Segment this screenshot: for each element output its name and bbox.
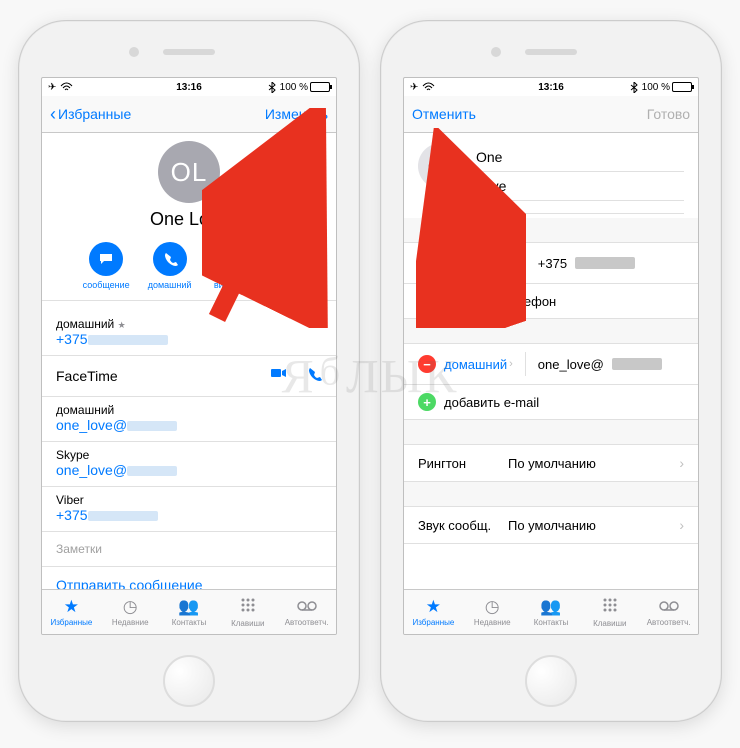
statusbar-time: 13:16 [42,82,336,93]
clock-icon: ◷ [485,597,500,617]
chevron-right-icon: › [509,257,513,269]
screen-right: ✈ 13:16 100 % Отменить Готово ф [403,77,699,635]
status-bar: ✈ 13:16 100 % [404,78,698,96]
phone-field-row[interactable]: − домашний› +375 [404,243,698,284]
facetime-audio-button[interactable] [306,366,322,386]
contact-avatar[interactable]: OL [158,141,220,203]
chevron-right-icon: › [509,358,513,370]
tab-bar: ★Избранные ◷Недавние 👥Контакты Клавиши А… [404,589,698,634]
first-name-field[interactable]: One [476,143,684,172]
tab-contacts[interactable]: 👥Контакты [522,590,581,634]
viber-section[interactable]: Viber +375 [42,487,336,532]
add-phone-button[interactable]: + добавить телефон [404,284,698,319]
add-email-button[interactable]: + добавить e-mail [404,385,698,420]
contact-name: One Love [42,209,336,230]
tab-voicemail[interactable]: Автоответч. [277,590,336,634]
video-icon [218,251,234,267]
send-message-button[interactable]: Отправить сообщение [42,567,336,589]
skype-section[interactable]: Skype one_love@ [42,442,336,487]
chevron-right-icon: › [679,517,684,533]
call-button[interactable]: домашний [148,242,192,290]
contacts-icon: 👥 [178,597,199,617]
phone-frame-right: ✈ 13:16 100 % Отменить Готово ф [380,20,722,722]
email-button[interactable]: e-mail [261,242,295,290]
screen-left: ✈ 13:16 100 % ‹ Избранные Изменить [41,77,337,635]
home-button[interactable] [525,655,577,707]
back-button[interactable]: ‹ Избранные [50,105,131,123]
add-icon: + [418,393,436,411]
facetime-row: FaceTime [42,356,336,397]
text-tone-row[interactable]: Звук сообщ.По умолчанию › [404,507,698,544]
add-icon: + [418,292,436,310]
voicemail-icon [659,597,679,617]
facetime-label: FaceTime [56,368,118,384]
edit-button[interactable]: Изменить [265,106,328,122]
home-button[interactable] [163,655,215,707]
status-bar: ✈ 13:16 100 % [42,78,336,96]
clock-icon: ◷ [123,597,138,617]
nav-bar: ‹ Избранные Изменить [42,96,336,133]
tab-voicemail[interactable]: Автоответч. [639,590,698,634]
keypad-icon [602,597,618,618]
tab-keypad[interactable]: Клавиши [218,590,277,634]
statusbar-time: 13:16 [404,82,698,93]
company-field[interactable] [476,201,684,214]
action-row: сообщение домашний видео e-mail [42,242,336,301]
tab-recents[interactable]: ◷Недавние [101,590,160,634]
last-name-field[interactable]: Love [476,172,684,201]
delete-icon[interactable]: − [418,355,436,373]
home-phone-section[interactable]: домашний ★ +375 [42,311,336,356]
email-field-row[interactable]: − домашний› one_love@ [404,344,698,385]
ringtone-row[interactable]: РингтонПо умолчанию › [404,445,698,482]
done-button[interactable]: Готово [647,106,690,122]
home-email-section[interactable]: домашний one_love@ [42,397,336,442]
tab-contacts[interactable]: 👥Контакты [160,590,219,634]
keypad-icon [240,597,256,618]
notes-label[interactable]: Заметки [42,532,336,567]
nav-bar: Отменить Готово [404,96,698,133]
phone-frame-left: ✈ 13:16 100 % ‹ Избранные Изменить [18,20,360,722]
message-button[interactable]: сообщение [83,242,130,290]
mail-icon [270,251,286,267]
tab-favorites[interactable]: ★Избранные [404,590,463,634]
video-button[interactable]: видео [209,242,243,290]
cancel-button[interactable]: Отменить [412,106,476,122]
voicemail-icon [297,597,317,617]
message-icon [98,251,114,267]
tab-keypad[interactable]: Клавиши [580,590,639,634]
contact-content: OL One Love сообщение домашний [42,133,336,589]
tab-recents[interactable]: ◷Недавние [463,590,522,634]
facetime-video-button[interactable] [270,366,288,386]
phone-icon [162,251,178,267]
contacts-icon: 👥 [540,597,561,617]
chevron-right-icon: › [679,455,684,471]
add-photo-button[interactable]: фото [418,143,464,189]
tab-favorites[interactable]: ★Избранные [42,590,101,634]
chevron-left-icon: ‹ [50,105,56,123]
edit-content: фото One Love − домашний› +375 + [404,133,698,589]
tab-bar: ★Избранные ◷Недавние 👥Контакты Клавиши А… [42,589,336,634]
delete-icon[interactable]: − [418,254,436,272]
